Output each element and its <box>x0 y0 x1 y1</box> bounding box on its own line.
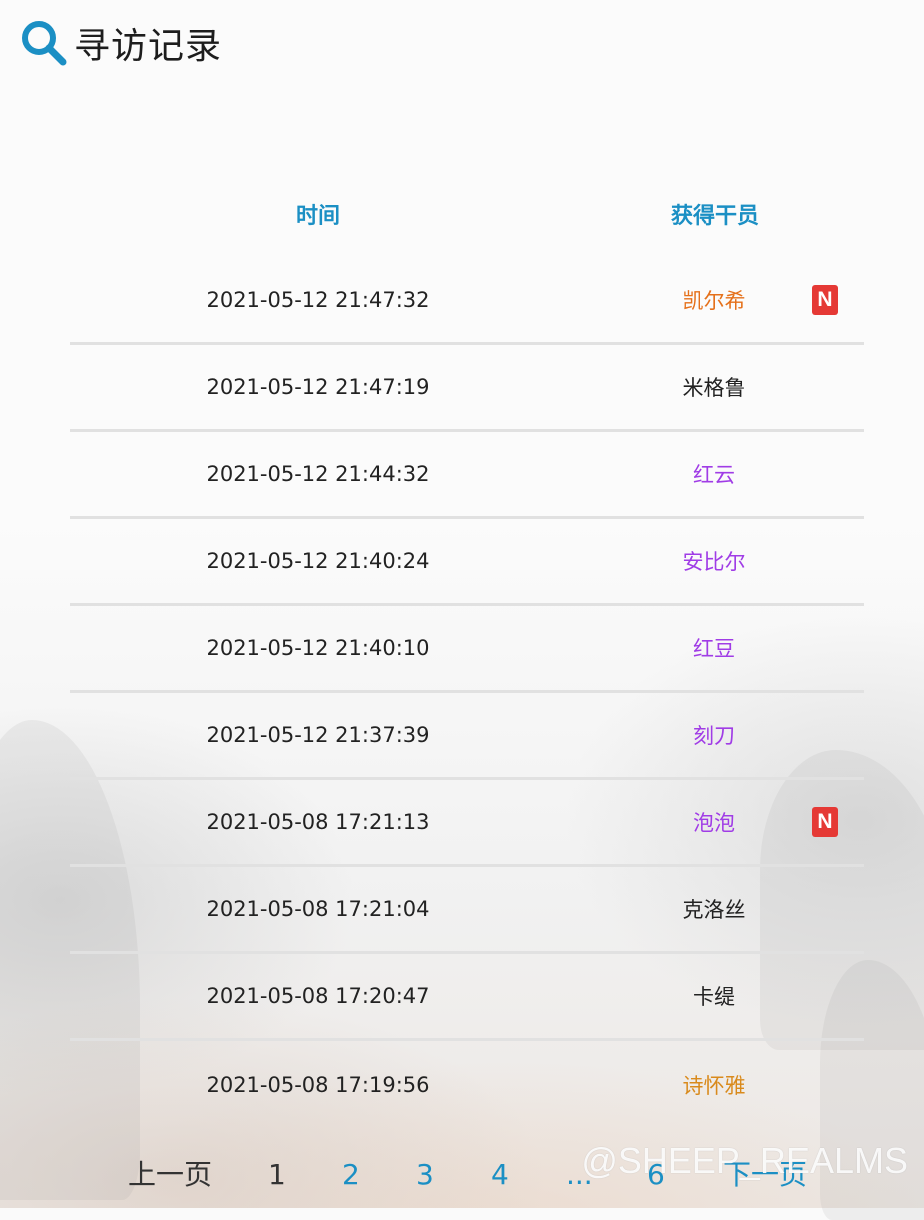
table-row: 2021-05-08 17:21:13 泡泡 N <box>70 780 864 867</box>
row-operator-cell: 诗怀雅 <box>566 1070 864 1100</box>
column-header-time: 时间 <box>295 204 340 229</box>
table-row: 2021-05-12 21:47:32 凯尔希 N <box>70 258 864 345</box>
page-header: 寻访记录 <box>20 18 222 68</box>
row-time: 2021-05-12 21:37:39 <box>206 723 430 747</box>
row-operator-cell: 安比尔 <box>566 546 864 576</box>
row-operator-name: 泡泡 <box>693 811 735 835</box>
page-4-button[interactable]: 4 <box>491 1150 509 1200</box>
row-time: 2021-05-12 21:40:24 <box>206 549 430 573</box>
search-icon <box>22 21 67 66</box>
row-time: 2021-05-12 21:47:32 <box>206 288 430 312</box>
table-row: 2021-05-08 17:19:56 诗怀雅 <box>70 1041 864 1128</box>
row-time: 2021-05-12 21:47:19 <box>206 375 430 399</box>
page-title: 寻访记录 <box>74 26 223 67</box>
row-time: 2021-05-08 17:19:56 <box>206 1072 430 1097</box>
table-row: 2021-05-12 21:40:24 安比尔 <box>70 519 864 606</box>
row-operator-name: 安比尔 <box>682 550 746 574</box>
row-time: 2021-05-08 17:20:47 <box>206 984 430 1008</box>
row-operator-cell: 克洛丝 <box>566 894 864 924</box>
table-row: 2021-05-08 17:20:47 卡缇 <box>70 954 864 1041</box>
row-operator-cell: 卡缇 <box>566 981 864 1011</box>
row-operator-cell: 凯尔希 N <box>566 285 864 315</box>
row-operator-name: 卡缇 <box>693 985 735 1009</box>
column-header-operator: 获得干员 <box>670 204 759 229</box>
new-badge: N <box>812 285 838 315</box>
row-operator-name: 米格鲁 <box>682 376 746 400</box>
gacha-history-table: 时间 获得干员 2021-05-12 21:47:32 凯尔希 N 2021-05-1… <box>70 170 864 1128</box>
row-operator-cell: 刻刀 <box>566 720 864 750</box>
row-operator-name: 红豆 <box>693 637 735 661</box>
table-row: 2021-05-08 17:21:04 克洛丝 <box>70 867 864 954</box>
row-time: 2021-05-08 17:21:04 <box>206 897 430 921</box>
new-badge: N <box>812 807 838 837</box>
table-header: 时间 获得干员 <box>70 170 864 258</box>
table-body: 2021-05-12 21:47:32 凯尔希 N 2021-05-12 21:47:… <box>70 258 864 1128</box>
row-operator-cell: 米格鲁 <box>566 372 864 402</box>
table-row: 2021-05-12 21:47:19 米格鲁 <box>70 345 864 432</box>
row-operator-name: 凯尔希 <box>682 289 746 313</box>
table-row: 2021-05-12 21:44:32 红云 <box>70 432 864 519</box>
row-operator-cell: 泡泡 N <box>566 807 864 837</box>
row-time: 2021-05-12 21:44:32 <box>206 462 430 486</box>
table-row: 2021-05-12 21:37:39 刻刀 <box>70 693 864 780</box>
page-3-button[interactable]: 3 <box>416 1150 434 1200</box>
row-operator-name: 红云 <box>693 463 735 487</box>
watermark: @SHEEP_REALMS <box>581 1140 908 1181</box>
page-2-button[interactable]: 2 <box>342 1150 360 1200</box>
row-operator-name: 克洛丝 <box>682 898 746 922</box>
row-operator-cell: 红云 <box>566 459 864 489</box>
prev-page-button[interactable]: 上一页 <box>128 1150 212 1200</box>
row-time: 2021-05-12 21:40:10 <box>206 636 430 660</box>
row-operator-name: 诗怀雅 <box>682 1073 746 1098</box>
row-operator-name: 刻刀 <box>693 724 735 748</box>
row-time: 2021-05-08 17:21:13 <box>206 810 430 834</box>
page-1-button[interactable]: 1 <box>268 1150 286 1200</box>
row-operator-cell: 红豆 <box>566 633 864 663</box>
table-row: 2021-05-12 21:40:10 红豆 <box>70 606 864 693</box>
